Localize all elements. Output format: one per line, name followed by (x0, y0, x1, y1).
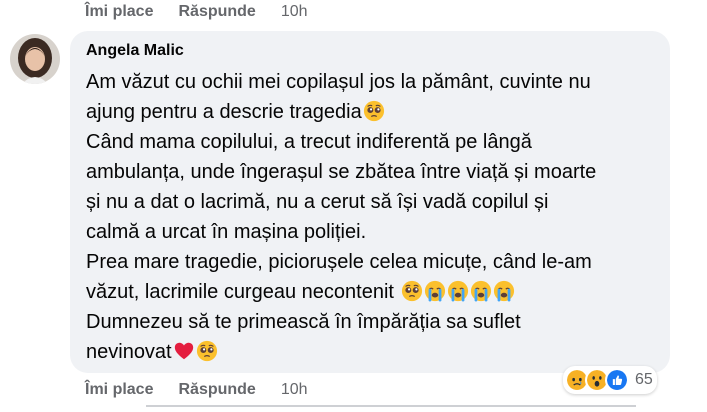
pleading-face-icon (196, 340, 218, 362)
loudly-crying-face-icon (493, 280, 515, 302)
comment-line: Când mama copilului, a trecut indiferent… (86, 131, 532, 153)
like-action[interactable]: Îmi place (85, 3, 153, 21)
previous-comment-actions: Îmi place Răspunde 10h (85, 3, 308, 21)
pleading-face-icon (401, 280, 423, 302)
reply-action[interactable]: Răspunde (178, 3, 255, 21)
like-action[interactable]: Îmi place (85, 381, 153, 399)
like-reaction-icon (605, 368, 629, 392)
thread-divider (146, 405, 636, 407)
comment-actions: Îmi place Răspunde 10h (85, 381, 308, 399)
comment-line: Am văzut cu ochii mei copilașul jos la p… (86, 71, 591, 93)
loudly-crying-face-icon (447, 280, 469, 302)
comment-line: ambulanța, unde îngerașul se zbătea într… (86, 161, 597, 183)
avatar-photo (10, 34, 60, 84)
loudly-crying-face-icon (470, 280, 492, 302)
reaction-count: 65 (635, 371, 653, 388)
comment-line: și nu a dat o lacrimă, nu a cerut să își… (86, 191, 549, 213)
comment-line: văzut, lacrimile curgeau necontenit (86, 277, 654, 307)
comment-bubble: Angela Malic Am văzut cu ochii mei copil… (70, 31, 670, 373)
comment-line: Prea mare tragedie, piciorușele celea mi… (86, 251, 592, 273)
avatar[interactable] (10, 34, 60, 84)
comment-timestamp[interactable]: 10h (281, 3, 308, 21)
comment-line: ajung pentru a descrie tragedia (86, 97, 654, 127)
comment-body: Am văzut cu ochii mei copilașul jos la p… (86, 67, 654, 367)
comment-line: Dumnezeu să te primească în împărăția sa… (86, 311, 521, 333)
comment-line: calmă a urcat în mașina poliției. (86, 221, 367, 243)
pleading-face-icon (363, 100, 385, 122)
comment-author[interactable]: Angela Malic (86, 40, 184, 62)
loudly-crying-face-icon (424, 280, 446, 302)
reply-action[interactable]: Răspunde (178, 381, 255, 399)
comment-timestamp[interactable]: 10h (281, 381, 308, 399)
heart-icon (173, 340, 195, 362)
reactions-summary[interactable]: 65 (563, 366, 657, 394)
comment-line: nevinovat (86, 337, 654, 367)
